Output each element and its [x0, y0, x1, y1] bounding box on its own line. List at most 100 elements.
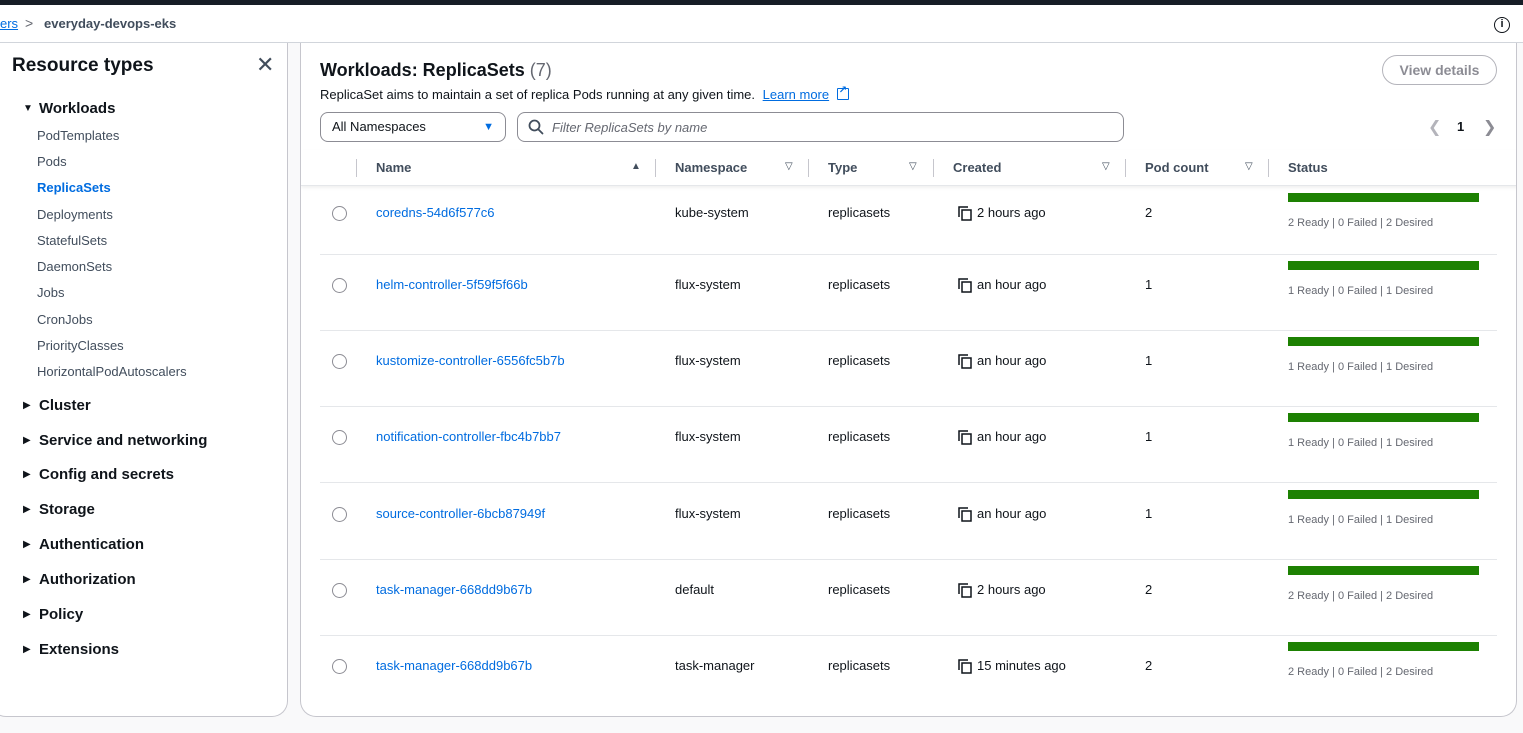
- status-text: 1 Ready | 0 Failed | 1 Desired: [1288, 361, 1434, 373]
- column-divider: [655, 159, 656, 177]
- nav-item-replicasets[interactable]: ReplicaSets: [37, 180, 111, 195]
- status-progress-bar: [1288, 261, 1479, 270]
- caret-right-icon: ▶: [23, 539, 31, 550]
- created-cell: an hour ago: [977, 506, 1047, 521]
- info-icon[interactable]: i: [1494, 17, 1510, 33]
- table-row[interactable]: task-manager-668dd9b67b task-manager repli…: [320, 636, 1497, 712]
- copy-icon[interactable]: [958, 278, 972, 293]
- nav-item-deployments[interactable]: Deployments: [37, 207, 113, 222]
- status-text: 2 Ready | 0 Failed | 2 Desired: [1288, 217, 1434, 229]
- sort-ascending-icon[interactable]: ▲: [631, 161, 641, 172]
- status-progress-bar: [1288, 337, 1479, 346]
- group-label: Workloads: [39, 100, 116, 117]
- copy-icon[interactable]: [958, 583, 972, 598]
- pod-count-cell: 1: [1145, 429, 1153, 444]
- group-label: Storage: [39, 501, 95, 518]
- row-select-radio[interactable]: [332, 354, 347, 369]
- column-header-created[interactable]: Created: [953, 160, 1001, 175]
- replicaset-name-link[interactable]: source-controller-6bcb87949f: [376, 506, 545, 521]
- sort-icon[interactable]: ▽: [909, 161, 917, 172]
- pod-count-cell: 2: [1145, 582, 1153, 597]
- column-header-pod-count[interactable]: Pod count: [1145, 160, 1209, 175]
- nav-item-jobs[interactable]: Jobs: [37, 285, 64, 300]
- table-row[interactable]: notification-controller-fbc4b7bb7 flux-sy…: [320, 407, 1497, 483]
- namespace-cell: task-manager: [675, 658, 755, 673]
- copy-icon[interactable]: [958, 659, 972, 674]
- external-link-icon[interactable]: [836, 85, 849, 100]
- namespace-select-value: All Namespaces: [332, 119, 426, 134]
- table-row[interactable]: source-controller-6bcb87949f flux-system r…: [320, 484, 1497, 560]
- nav-item-priorityclasses[interactable]: PriorityClasses: [37, 338, 124, 353]
- replicaset-name-link[interactable]: notification-controller-fbc4b7bb7: [376, 429, 561, 444]
- table-row[interactable]: kustomize-controller-6556fc5b7b flux-syst…: [320, 331, 1497, 407]
- copy-icon[interactable]: [958, 206, 972, 221]
- group-config-secrets[interactable]: ▶ Config and secrets: [23, 466, 174, 483]
- group-policy[interactable]: ▶ Policy: [23, 606, 83, 623]
- status-text: 1 Ready | 0 Failed | 1 Desired: [1288, 437, 1434, 449]
- replicaset-name-link[interactable]: task-manager-668dd9b67b: [376, 658, 532, 673]
- group-label: Authentication: [39, 536, 144, 553]
- caret-down-icon: ▼: [483, 121, 494, 133]
- view-details-button[interactable]: View details: [1382, 55, 1497, 85]
- sort-icon[interactable]: ▽: [785, 161, 793, 172]
- row-select-radio[interactable]: [332, 278, 347, 293]
- caret-right-icon: ▶: [23, 400, 31, 411]
- search-icon: [528, 119, 544, 135]
- column-divider: [1268, 159, 1269, 177]
- filter-input[interactable]: Filter ReplicaSets by name: [517, 112, 1124, 142]
- created-cell: an hour ago: [977, 353, 1047, 368]
- group-storage[interactable]: ▶ Storage: [23, 501, 95, 518]
- row-select-radio[interactable]: [332, 206, 347, 221]
- replicaset-name-link[interactable]: helm-controller-5f59f5f66b: [376, 277, 528, 292]
- group-extensions[interactable]: ▶ Extensions: [23, 641, 119, 658]
- table-row[interactable]: coredns-54d6f577c6 kube-system replicasets…: [320, 187, 1497, 255]
- status-text: 1 Ready | 0 Failed | 1 Desired: [1288, 514, 1434, 526]
- breadcrumb-parent-link[interactable]: ers: [0, 16, 18, 31]
- nav-item-horizontalpodautoscalers[interactable]: HorizontalPodAutoscalers: [37, 364, 187, 379]
- nav-item-statefulsets[interactable]: StatefulSets: [37, 233, 107, 248]
- namespace-cell: flux-system: [675, 429, 741, 444]
- nav-item-pods[interactable]: Pods: [37, 154, 67, 169]
- created-cell: an hour ago: [977, 277, 1047, 292]
- row-select-radio[interactable]: [332, 659, 347, 674]
- namespace-select[interactable]: All Namespaces ▼: [320, 112, 506, 142]
- group-workloads[interactable]: ▼ Workloads: [23, 100, 115, 117]
- copy-icon[interactable]: [958, 354, 972, 369]
- type-cell: replicasets: [828, 658, 891, 673]
- group-service-networking[interactable]: ▶ Service and networking: [23, 432, 207, 449]
- copy-icon[interactable]: [958, 430, 972, 445]
- caret-right-icon: ▶: [23, 469, 31, 480]
- group-cluster[interactable]: ▶ Cluster: [23, 397, 91, 414]
- nav-item-cronjobs[interactable]: CronJobs: [37, 312, 93, 327]
- table-row[interactable]: task-manager-668dd9b67b default replicaset…: [320, 560, 1497, 636]
- copy-icon[interactable]: [958, 507, 972, 522]
- sort-icon[interactable]: ▽: [1102, 161, 1110, 172]
- close-icon[interactable]: ✕: [256, 54, 274, 76]
- created-cell: an hour ago: [977, 429, 1047, 444]
- item-count: (7): [529, 60, 552, 80]
- pagination-prev-button[interactable]: ❮: [1428, 117, 1441, 137]
- replicaset-name-link[interactable]: coredns-54d6f577c6: [376, 205, 495, 220]
- learn-more-link[interactable]: Learn more: [763, 87, 829, 102]
- pod-count-cell: 1: [1145, 506, 1153, 521]
- group-authorization[interactable]: ▶ Authorization: [23, 571, 136, 588]
- replicaset-name-link[interactable]: kustomize-controller-6556fc5b7b: [376, 353, 565, 368]
- table-row[interactable]: helm-controller-5f59f5f66b flux-system rep…: [320, 255, 1497, 331]
- replicaset-name-link[interactable]: task-manager-668dd9b67b: [376, 582, 532, 597]
- row-select-radio[interactable]: [332, 507, 347, 522]
- column-header-namespace[interactable]: Namespace: [675, 160, 747, 175]
- row-select-radio[interactable]: [332, 430, 347, 445]
- pagination-page[interactable]: 1: [1457, 119, 1464, 134]
- nav-item-daemonsets[interactable]: DaemonSets: [37, 259, 112, 274]
- status-text: 2 Ready | 0 Failed | 2 Desired: [1288, 590, 1434, 602]
- row-select-radio[interactable]: [332, 583, 347, 598]
- created-cell: 15 minutes ago: [977, 658, 1066, 673]
- pagination-next-button[interactable]: ❯: [1483, 117, 1496, 137]
- column-header-type[interactable]: Type: [828, 160, 857, 175]
- group-label: Authorization: [39, 571, 136, 588]
- sort-icon[interactable]: ▽: [1245, 161, 1253, 172]
- group-authentication[interactable]: ▶ Authentication: [23, 536, 144, 553]
- nav-item-podtemplates[interactable]: PodTemplates: [37, 128, 119, 143]
- caret-right-icon: ▶: [23, 504, 31, 515]
- column-header-name[interactable]: Name: [376, 160, 411, 175]
